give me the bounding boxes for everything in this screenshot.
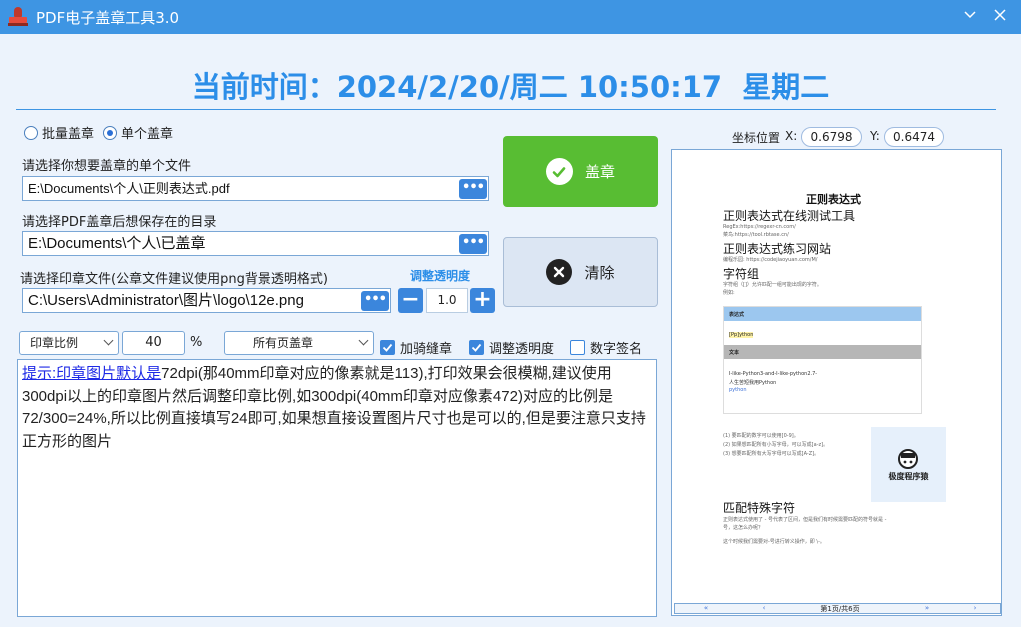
page-scope-combo-label: 所有页盖章 [253,336,314,350]
stamp-button-label: 盖章 [584,163,615,181]
close-button[interactable] [990,7,1010,27]
card-header [724,345,921,359]
pdf-pager: « ‹ 第1页/共6页 » › [674,603,1001,614]
window-title: PDF电子盖章工具3.0 [36,8,180,27]
doc-note: 编程乐园: https://codejiaoyuan.com/M/ [723,257,818,263]
prev-page-button[interactable]: ‹ [735,604,793,612]
chevron-down-icon [964,11,976,19]
doc-list-item: (1) 要匹配的数字可以使用[0-9]。 [723,433,799,439]
seal-text: 极度程序猿 [888,472,929,481]
single-mode-radio[interactable]: 单个盖章 [103,123,173,142]
stamp-app-icon [7,6,29,28]
coord-x-label: X: [785,129,798,143]
card-header-label: 表达式 [729,312,745,318]
doc-heading-3: 字符组 [723,267,760,281]
radio-dot [24,125,38,140]
opacity-value[interactable]: 1.0 [426,288,468,313]
batch-mode-radio[interactable]: 批量盖章 [24,123,94,142]
check-icon [545,158,573,185]
doc-heading-1: 正则表达式在线测试工具 [723,209,856,223]
seal-ratio-combo-label: 印章比例 [30,336,79,350]
browse-dir-button[interactable]: ••• [459,234,487,254]
doc-note: RegEx:https://regexr-cn.com/ [723,224,796,230]
seal-path-input[interactable]: C:\Users\Administrator\图片\logo\12e.png [22,288,391,313]
browse-file-button[interactable]: ••• [459,179,487,199]
digital-signature-checkbox[interactable]: 数字签名 [570,338,642,357]
info-textbox[interactable]: 提示:印章图片默认是72dpi(那40mm印章对应的像素就是113),打印效果会… [17,359,657,617]
save-dir-input[interactable]: E:\Documents\个人\已盖章 [22,231,489,256]
first-page-button[interactable]: « [677,604,735,612]
doc-heading-4: 匹配特殊字符 [723,501,796,515]
doc-note: 例如: [723,290,735,296]
card-header-label: 文本 [729,350,740,356]
doc-list-item: (3) 想要匹配所有大写字母可以写成[A-Z]。 [723,451,820,457]
close-icon [994,9,1006,21]
card-text: python [729,387,747,393]
clear-x-icon [546,259,573,285]
doc-heading-2: 正则表达式练习网站 [723,242,832,256]
hint-link[interactable]: 提示:印章图片默认是 [22,365,161,382]
coord-label: 坐标位置 [732,131,781,145]
seam-seal-checkbox[interactable]: 加骑缝章 [380,338,452,357]
radio-dot-selected [103,125,117,140]
seal-ratio-combo[interactable]: 印章比例 [19,331,119,355]
seal-image[interactable]: 极度程序猿 [871,427,946,502]
seal-ratio-input[interactable]: 40 [122,331,185,355]
page-scope-combo[interactable]: 所有页盖章 [224,331,374,355]
checkbox-checked-icon [380,340,395,355]
batch-mode-label: 批量盖章 [42,127,95,142]
single-mode-label: 单个盖章 [121,127,174,142]
current-time: 当前时间：2024/2/20/周二 10:50:17 星期二 [191,70,830,104]
doc-note: 菜鸟:https://tool.rbtase.cn/ [723,232,789,238]
coord-y-label: Y: [870,129,880,143]
last-page-button[interactable]: › [951,604,999,612]
adjust-opacity-checkbox[interactable]: 调整透明度 [469,338,554,357]
page-indicator: 第1页/共6页 [820,605,860,613]
doc-note: 字符组（[]）允许匹配一组可能出现的字符。 [723,282,822,288]
doc-title: 正则表达式 [806,193,861,206]
card-text: 人生苦短我用Python [729,380,777,386]
opacity-title: 调整透明度 [410,269,471,283]
minimize-button[interactable] [960,7,980,27]
doc-list-item: (2) 如果想匹配所有小写字母，可以写成[a-z]。 [723,442,829,448]
file-select-label: 请选择你想要盖章的单个文件 [22,159,192,174]
percent-label: % [190,335,203,350]
next-page-button[interactable]: » [903,604,951,612]
doc-note: 正则表达式使用了 - 号代表了区间，但是我们有时候需要匹配的符号就是 - [723,517,887,523]
stamp-button[interactable]: 盖章 [503,136,658,207]
file-path-input[interactable]: E:\Documents\个人\正则表达式.pdf [22,176,489,201]
pdf-preview[interactable]: 正则表达式 正则表达式在线测试工具 RegEx:https://regexr-c… [671,149,1002,616]
seam-seal-label: 加骑缝章 [400,342,453,357]
checkbox-unchecked-icon [570,340,585,355]
doc-note: 这个时候我们需要对-号进行转义操作，即 \-。 [723,539,825,545]
save-dir-label: 请选择PDF盖章后想保存在的目录 [22,215,217,230]
adjust-opacity-label: 调整透明度 [489,342,555,357]
mascot-logo-icon [898,449,918,469]
chevron-down-icon [358,335,369,346]
browse-seal-button[interactable]: ••• [361,291,389,311]
card-text: I-like-Python3-and-I-like-python2.7- [729,371,818,377]
clear-button[interactable]: 清除 [503,237,658,307]
card-expression: [Pp]ython [729,332,754,338]
title-bar: PDF电子盖章工具3.0 [0,0,1021,34]
card-header [724,307,921,321]
seal-file-label: 请选择印章文件(公章文件建议使用png背景透明格式) [20,272,328,287]
opacity-increase-button[interactable]: + [470,288,495,313]
chevron-down-icon [103,335,114,346]
coord-x-value: 0.6798 [801,127,862,147]
regex-example-card: 表达式 [Pp]ython 文本 I-like-Python3-and-I-li… [723,306,922,414]
divider [16,109,996,110]
opacity-decrease-button[interactable]: − [398,288,423,313]
digital-signature-label: 数字签名 [590,342,643,357]
clear-button-label: 清除 [584,263,615,282]
doc-note: 号，这怎么办呢？ [723,525,764,531]
coord-y-value: 0.6474 [884,127,944,147]
checkbox-checked-icon [469,340,484,355]
